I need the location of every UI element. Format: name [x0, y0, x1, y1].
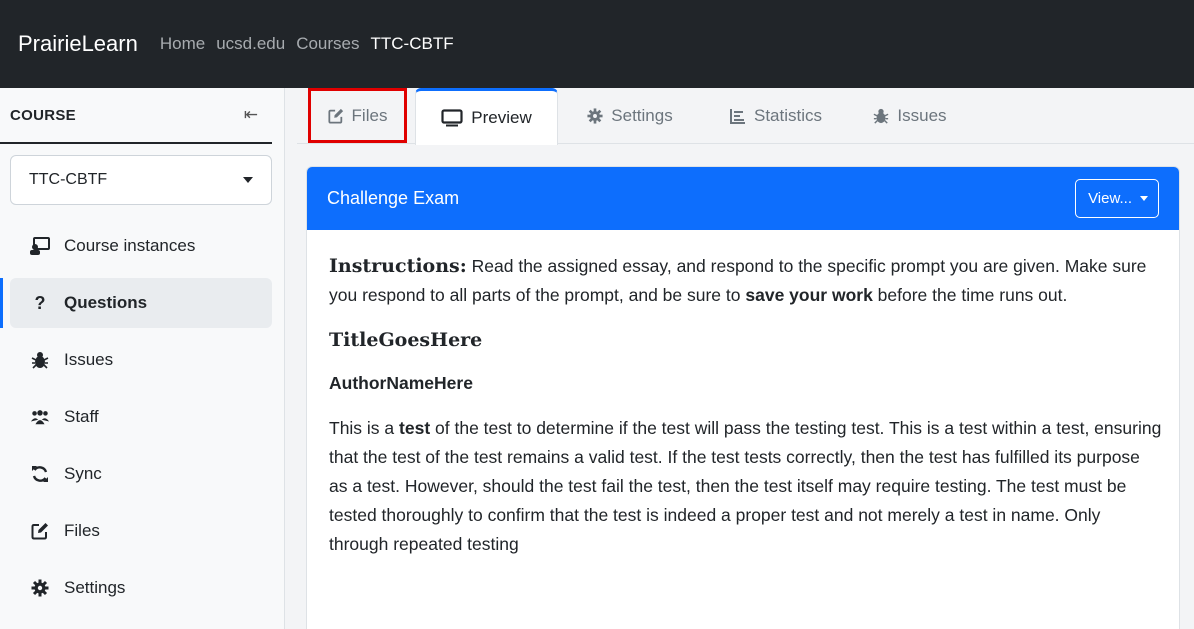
essay-title: TitleGoesHere [329, 329, 483, 351]
essay-bold: test [399, 418, 431, 438]
sidebar-item-questions[interactable]: ? Questions [10, 278, 272, 328]
sidebar-item-label: Issues [64, 350, 114, 369]
sidebar-item-course-instances[interactable]: Course instances [10, 221, 272, 271]
essay-text: This is a [329, 418, 400, 438]
sidebar-item-settings[interactable]: Settings [10, 563, 272, 613]
bug-icon [873, 108, 889, 124]
nav-courses[interactable]: Courses [296, 34, 359, 54]
caret-down-icon [243, 177, 253, 183]
instructions-label: Instructions: [329, 255, 467, 277]
nav-home[interactable]: Home [160, 34, 205, 54]
sidebar-header: COURSE ⇤ [0, 88, 272, 144]
nav-current-course[interactable]: TTC-CBTF [371, 34, 454, 54]
card-title: Challenge Exam [327, 188, 460, 208]
essay-paragraph: This is a test of the test to determine … [329, 414, 1163, 559]
monitor-icon [441, 109, 463, 127]
sidebar-item-label: Sync [64, 464, 102, 483]
tab-preview[interactable]: Preview [415, 88, 558, 145]
collapse-sidebar-icon[interactable]: ⇤ [244, 105, 258, 125]
tab-label: Preview [471, 108, 532, 127]
view-dropdown-button[interactable]: View... [1075, 179, 1159, 218]
files-tab-highlight [308, 88, 407, 143]
sidebar: COURSE ⇤ TTC-CBTF Course instances ? Que… [0, 88, 285, 629]
sidebar-item-label: Staff [64, 407, 99, 426]
tab-label: Statistics [753, 106, 823, 125]
question-body: Instructions: Read the assigned essay, a… [329, 252, 1163, 559]
sidebar-item-staff[interactable]: Staff [10, 392, 272, 442]
instructions-text-end: before the time runs out. [872, 285, 1068, 305]
edit-icon [30, 521, 50, 541]
users-icon [30, 407, 50, 427]
sidebar-heading: COURSE [10, 106, 76, 124]
card-header: Challenge Exam View... [307, 167, 1179, 230]
sync-icon [30, 464, 50, 484]
brand-link[interactable]: PrairieLearn [18, 31, 138, 57]
course-select[interactable]: TTC-CBTF [10, 155, 272, 205]
tab-settings[interactable]: Settings [565, 88, 695, 144]
sidebar-item-label: Course instances [64, 236, 196, 255]
sidebar-item-sync[interactable]: Sync [10, 449, 272, 499]
active-indicator [0, 278, 3, 328]
nav-institution[interactable]: ucsd.edu [216, 34, 285, 54]
essay-text-rest: of the test to determine if the test wil… [329, 418, 1162, 554]
tab-statistics[interactable]: Statistics [711, 88, 841, 144]
sidebar-item-label: Files [64, 521, 100, 540]
gear-icon [30, 578, 50, 598]
sidebar-item-files[interactable]: Files [10, 506, 272, 556]
tab-label: Issues [897, 106, 947, 125]
view-button-label: View... [1088, 190, 1132, 207]
chalkboard-user-icon [30, 236, 50, 256]
course-select-value: TTC-CBTF [29, 171, 108, 188]
sidebar-item-label: Questions [64, 293, 148, 312]
question-preview-card: Challenge Exam View... Instructions: Rea… [306, 166, 1180, 629]
tab-issues[interactable]: Issues [857, 88, 963, 144]
top-navbar: PrairieLearn Home ucsd.edu Courses TTC-C… [0, 0, 1194, 88]
instructions-bold: save your work [745, 285, 873, 305]
question-icon: ? [34, 292, 46, 313]
caret-down-icon [1140, 196, 1148, 201]
bug-icon [30, 350, 50, 370]
chart-icon [729, 108, 746, 124]
instructions-paragraph: Instructions: Read the assigned essay, a… [329, 252, 1163, 310]
question-tabs: Files Preview Settings Statistics Issues [297, 88, 1194, 145]
tab-label: Settings [611, 106, 673, 125]
gear-icon [587, 108, 603, 124]
sidebar-item-issues[interactable]: Issues [10, 335, 272, 385]
essay-author: AuthorNameHere [329, 373, 473, 393]
sidebar-item-label: Settings [64, 578, 126, 597]
